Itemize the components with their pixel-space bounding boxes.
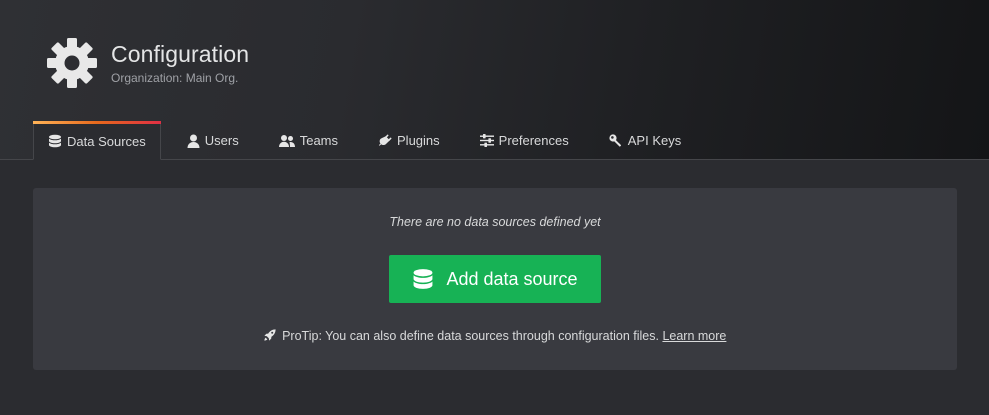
rocket-icon: [264, 329, 276, 341]
tab-label: Teams: [299, 133, 339, 148]
add-data-source-button[interactable]: Add data source: [389, 255, 601, 303]
tab-label: API Keys: [627, 133, 682, 148]
tab-users[interactable]: Users: [173, 121, 253, 160]
protip-text: ProTip: You can also define data sources…: [282, 329, 659, 343]
gear-icon: [47, 38, 97, 88]
tab-label: Plugins: [397, 133, 440, 148]
user-icon: [187, 134, 200, 148]
page-header: Configuration Organization: Main Org. Da…: [0, 0, 989, 160]
tab-api-keys[interactable]: API Keys: [595, 121, 695, 160]
tab-plugins[interactable]: Plugins: [364, 121, 454, 160]
tab-preferences[interactable]: Preferences: [466, 121, 583, 160]
database-icon: [49, 134, 61, 148]
tab-label: Users: [204, 133, 239, 148]
protip: ProTip: You can also define data sources…: [33, 329, 957, 343]
empty-list-card: There are no data sources defined yet Ad…: [33, 188, 957, 370]
add-data-source-label: Add data source: [446, 268, 578, 289]
organization-subtitle: Organization: Main Org.: [111, 71, 239, 85]
configuration-page: Configuration Organization: Main Org. Da…: [0, 0, 989, 415]
key-icon: [609, 133, 621, 147]
tab-data-sources[interactable]: Data Sources: [33, 121, 161, 160]
tab-teams[interactable]: Teams: [265, 121, 352, 160]
plug-icon: [378, 134, 392, 146]
config-tabs: Data Sources Users Teams Plugins Prefere…: [33, 121, 707, 160]
database-icon: [414, 269, 433, 289]
page-title: Configuration: [111, 41, 250, 67]
learn-more-link[interactable]: Learn more: [662, 329, 726, 343]
team-icon: [278, 135, 295, 147]
tab-label: Preferences: [498, 133, 569, 148]
sliders-icon: [479, 134, 494, 147]
tab-label: Data Sources: [67, 133, 146, 149]
empty-state-message: There are no data sources defined yet: [389, 215, 601, 229]
